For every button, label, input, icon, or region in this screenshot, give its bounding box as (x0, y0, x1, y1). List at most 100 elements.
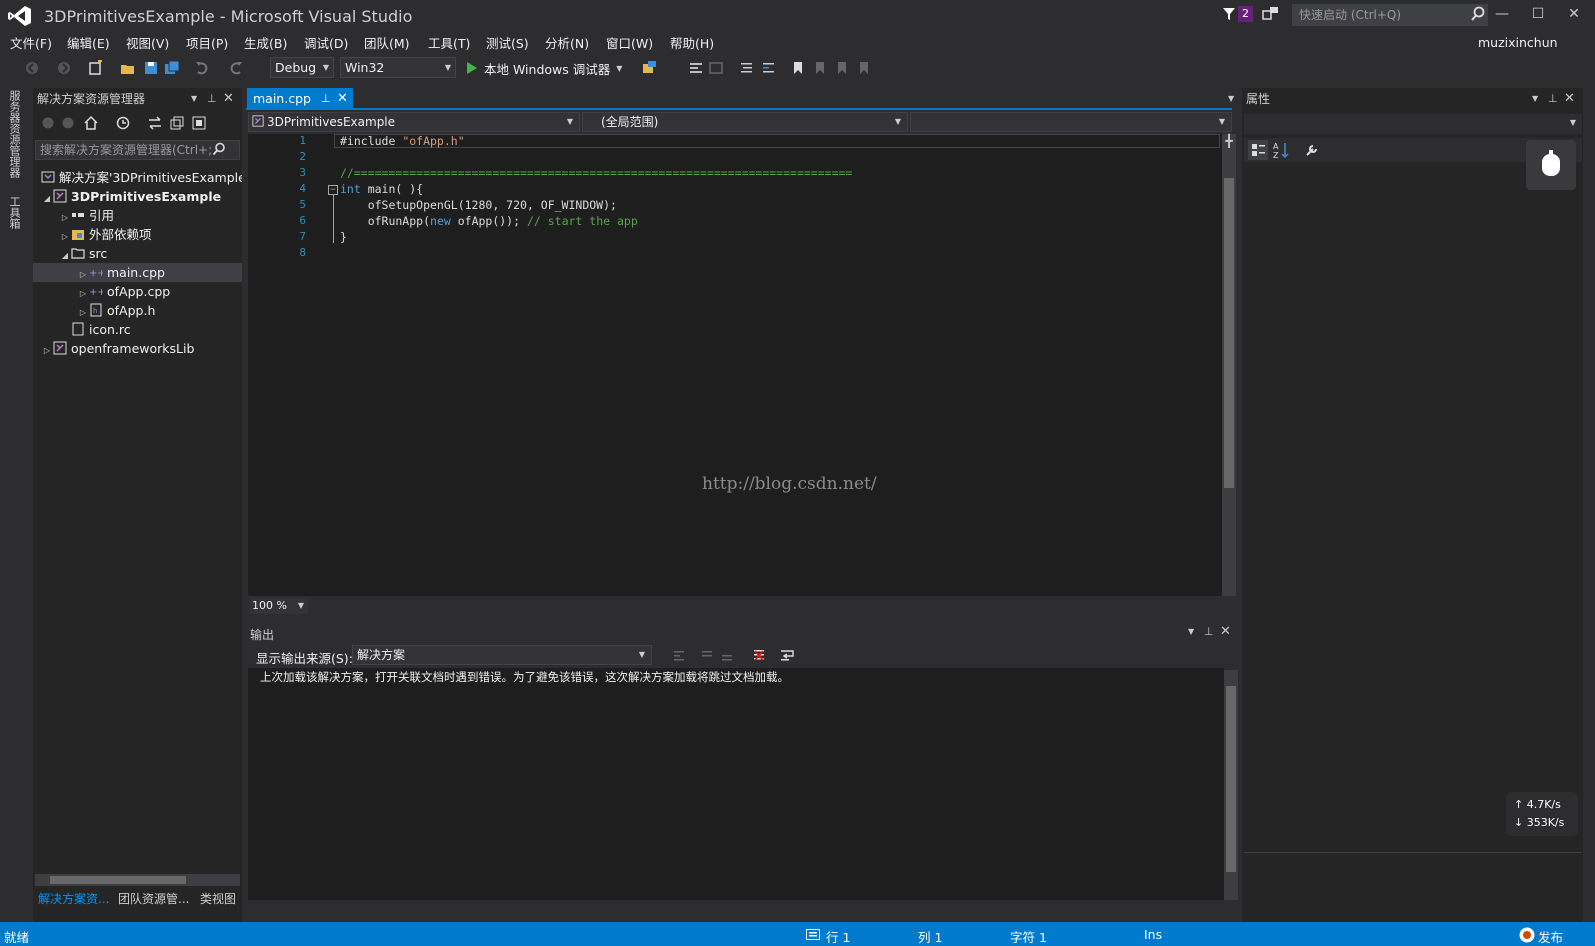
undo-icon[interactable] (194, 60, 210, 76)
show-all-files-icon[interactable] (191, 115, 207, 131)
quick-launch-input[interactable]: 快速启动 (Ctrl+Q) (1292, 4, 1488, 26)
tab-solution-explorer[interactable]: 解决方案资... (38, 890, 109, 907)
configuration-select[interactable]: Debug ▼ (270, 57, 334, 78)
tree-item-external-dependencies[interactable]: ▷ 外部依赖项 (33, 225, 242, 244)
properties-object-select[interactable]: ▼ (1244, 114, 1582, 134)
fold-toggle-icon[interactable]: − (328, 185, 338, 195)
close-icon[interactable]: ✕ (337, 88, 348, 109)
tree-item-project-3dprimitives[interactable]: ◢ 3DPrimitivesExample (33, 187, 242, 206)
menu-test[interactable]: 测试(S) (486, 33, 529, 52)
pin-icon[interactable]: ⊥ (1548, 88, 1558, 110)
toggle-outline-icon[interactable] (708, 60, 724, 76)
collapsed-arrow-icon[interactable]: ▷ (41, 341, 53, 358)
save-icon[interactable] (143, 60, 159, 76)
split-window-icon[interactable]: ╋ (1222, 134, 1236, 148)
open-file-icon[interactable] (120, 60, 136, 76)
output-text-area[interactable] (248, 668, 1224, 900)
search-icon[interactable] (212, 142, 226, 156)
tree-item-icon-rc[interactable]: icon.rc (33, 320, 242, 339)
platform-select[interactable]: Win32 ▼ (340, 57, 456, 78)
menu-help[interactable]: 帮助(H) (670, 33, 714, 52)
step-over-icon[interactable] (688, 60, 704, 76)
project-nav-select[interactable]: 3DPrimitivesExample ▼ (248, 112, 580, 132)
tab-team-explorer[interactable]: 团队资源管... (118, 890, 189, 907)
status-publish[interactable]: 发布 (1538, 927, 1563, 946)
tree-item-ofapp-cpp[interactable]: ▷ ++ ofApp.cpp (33, 282, 242, 301)
member-nav-select[interactable]: ▼ (910, 112, 1232, 132)
output-source-select[interactable]: 解决方案 ▼ (352, 645, 652, 665)
menu-analyze[interactable]: 分析(N) (545, 33, 589, 52)
server-explorer-tab[interactable]: 服务器资源管理器 (6, 90, 22, 178)
pin-icon[interactable]: ⊥ (321, 88, 331, 109)
save-all-icon[interactable] (164, 60, 180, 76)
notification-flag-icon[interactable] (1222, 6, 1236, 22)
pending-changes-icon[interactable] (115, 115, 131, 131)
collapsed-arrow-icon[interactable]: ▷ (59, 208, 71, 225)
notification-badge[interactable]: 2 (1238, 6, 1253, 22)
tree-item-ofapp-h[interactable]: ▷ h ofApp.h (33, 301, 242, 320)
expanded-arrow-icon[interactable]: ◢ (41, 189, 53, 206)
scrollbar-thumb[interactable] (1224, 178, 1234, 488)
clear-all-icon[interactable] (752, 648, 766, 662)
scope-nav-select[interactable]: (全局范围) ▼ (582, 112, 908, 132)
forward-icon[interactable] (56, 60, 72, 76)
tree-item-main-cpp[interactable]: ▷ ++ main.cpp (33, 263, 242, 282)
start-debugging-button[interactable]: 本地 Windows 调试器 ▼ (466, 58, 622, 78)
back-icon[interactable] (24, 60, 40, 76)
tab-overflow-icon[interactable]: ▼ (1228, 94, 1234, 103)
home-icon[interactable] (83, 115, 99, 131)
chevron-down-icon[interactable]: ▼ (1188, 627, 1194, 636)
word-wrap-icon[interactable] (780, 648, 796, 662)
menu-project[interactable]: 项目(P) (186, 33, 228, 52)
chevron-down-icon[interactable]: ▼ (1532, 88, 1538, 110)
sync-icon[interactable] (147, 115, 163, 131)
property-pages-icon[interactable] (1304, 142, 1320, 158)
menu-edit[interactable]: 编辑(E) (67, 33, 110, 52)
back-icon[interactable] (41, 116, 55, 130)
pin-icon[interactable]: ⊥ (207, 88, 217, 110)
next-bookmark-icon[interactable] (834, 60, 850, 76)
toolbox-tab[interactable]: 工具箱 (6, 196, 22, 229)
publish-icon[interactable] (1518, 926, 1536, 944)
next-message-icon[interactable] (720, 648, 734, 662)
menu-view[interactable]: 视图(V) (126, 33, 169, 52)
chevron-down-icon[interactable]: ▼ (191, 88, 197, 110)
collapsed-arrow-icon[interactable]: ▷ (77, 284, 89, 301)
floating-widget[interactable] (1526, 140, 1576, 190)
expanded-arrow-icon[interactable]: ◢ (59, 246, 71, 263)
alphabetical-icon[interactable]: AZ (1272, 140, 1290, 160)
collapse-all-icon[interactable] (169, 115, 185, 131)
menu-window[interactable]: 窗口(W) (606, 33, 653, 52)
tree-item-src-folder[interactable]: ◢ src (33, 244, 242, 263)
menu-file[interactable]: 文件(F) (10, 33, 52, 52)
signed-in-user[interactable]: muzixinchun (1478, 35, 1558, 50)
close-icon[interactable]: ✕ (1564, 88, 1575, 110)
solution-search-input[interactable]: 搜索解决方案资源管理器(Ctrl+; (35, 140, 240, 160)
menu-build[interactable]: 生成(B) (244, 33, 287, 52)
scrollbar-thumb[interactable] (50, 876, 186, 884)
menu-tools[interactable]: 工具(T) (428, 33, 470, 52)
tree-item-solution[interactable]: 解决方案'3DPrimitivesExample' (33, 168, 242, 187)
find-in-files-icon[interactable] (642, 60, 658, 76)
tab-main-cpp[interactable]: main.cpp ⊥ ✕ (247, 88, 353, 109)
tree-item-openframeworkslib[interactable]: ▷ openframeworksLib (33, 339, 242, 358)
redo-icon[interactable] (228, 60, 244, 76)
scrollbar-thumb[interactable] (1226, 686, 1236, 872)
zoom-select[interactable]: 100 % ▼ (250, 598, 308, 614)
menu-debug[interactable]: 调试(D) (304, 33, 348, 52)
comment-lines-icon[interactable] (738, 60, 754, 76)
forward-icon[interactable] (61, 116, 75, 130)
close-window-button[interactable]: ✕ (1558, 2, 1590, 26)
close-icon[interactable]: ✕ (1220, 624, 1231, 639)
feedback-icon[interactable] (1262, 6, 1280, 22)
new-project-icon[interactable] (88, 60, 104, 76)
uncomment-lines-icon[interactable] (760, 60, 776, 76)
maximize-button[interactable]: ☐ (1522, 2, 1554, 26)
clear-bookmarks-icon[interactable] (856, 60, 872, 76)
collapsed-arrow-icon[interactable]: ▷ (59, 227, 71, 244)
tab-class-view[interactable]: 类视图 (200, 890, 236, 907)
go-to-line-icon[interactable] (672, 648, 686, 662)
collapsed-arrow-icon[interactable]: ▷ (77, 303, 89, 320)
bookmark-icon[interactable] (790, 60, 806, 76)
pin-icon[interactable]: ⊥ (1204, 625, 1214, 638)
